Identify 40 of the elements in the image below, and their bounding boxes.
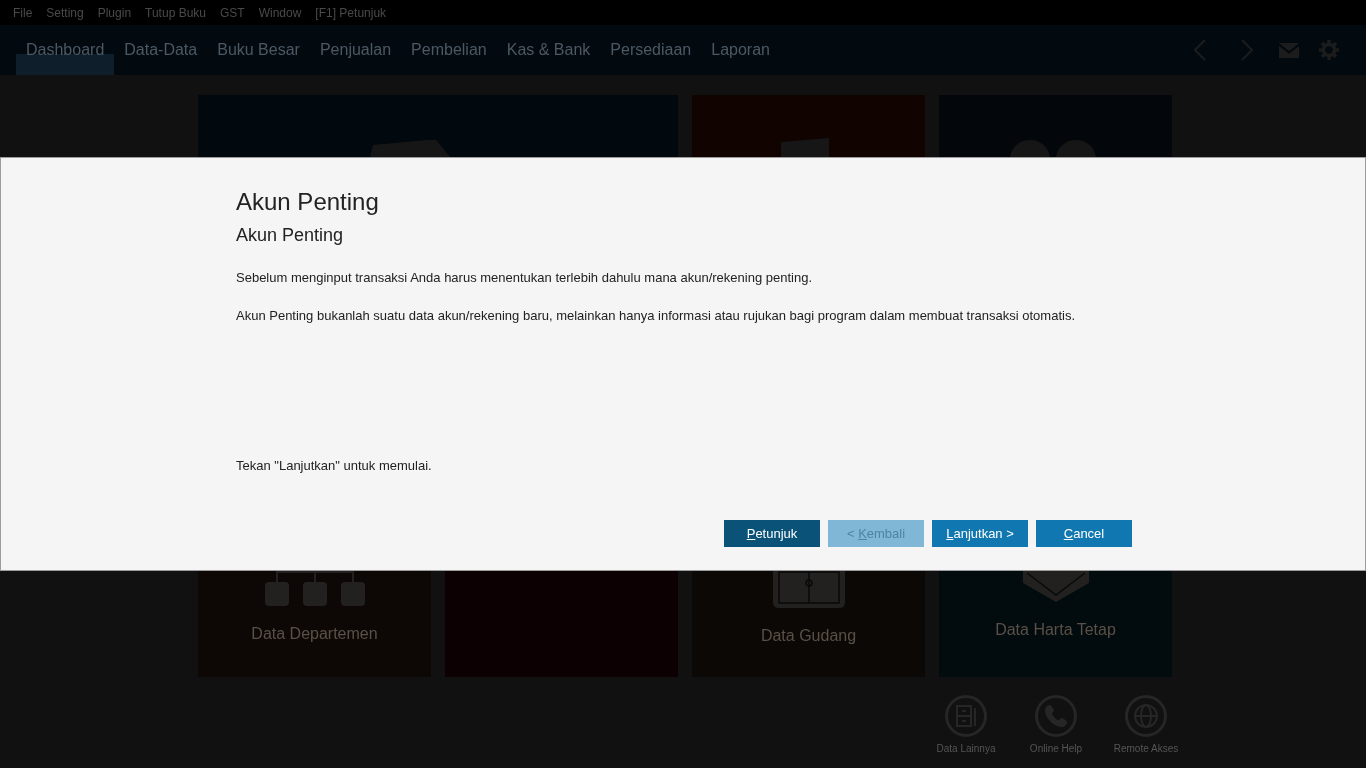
dashboard-tile[interactable] bbox=[445, 571, 678, 677]
dialog-button[interactable]: Petunjuk bbox=[724, 520, 820, 547]
menu-item[interactable]: [F1] Petunjuk bbox=[308, 3, 394, 22]
dashboard-tile[interactable]: Data Gudang bbox=[692, 571, 925, 677]
nav-tab[interactable]: Pembelian bbox=[401, 25, 497, 75]
chevron-right-icon[interactable] bbox=[1241, 39, 1253, 61]
dialog-paragraph: Sebelum menginput transaksi Anda harus menentukan terlebih dahulu mana akun/rekening penting. bbox=[236, 269, 813, 287]
chevron-left-icon[interactable] bbox=[1194, 39, 1206, 61]
envelope-icon bbox=[1022, 571, 1089, 602]
nav-tab[interactable]: Penjualan bbox=[309, 25, 402, 75]
dashboard-tile[interactable] bbox=[692, 95, 925, 157]
dialog-button[interactable]: Lanjutkan > bbox=[932, 520, 1028, 547]
mail-icon[interactable] bbox=[1279, 42, 1299, 58]
dialog-paragraph: Akun Penting bukanlah suatu data akun/rekening baru, melainkan hanya informasi atau rujukan bagi program dalam membuat transaksi otomatis. bbox=[236, 307, 1076, 325]
dialog-button[interactable]: Cancel bbox=[1036, 520, 1132, 547]
nav-tab[interactable]: Kas & Bank bbox=[496, 25, 601, 75]
people-icon bbox=[1010, 140, 1096, 157]
menu-item[interactable]: File bbox=[6, 3, 40, 22]
shortcut-button[interactable]: Data Lainnya bbox=[921, 695, 1011, 755]
shortcut-button[interactable]: Remote Akses bbox=[1101, 695, 1191, 755]
settings-icon[interactable] bbox=[1319, 40, 1339, 60]
dashboard-tile[interactable] bbox=[939, 95, 1172, 157]
dashboard-tile[interactable] bbox=[198, 95, 678, 157]
nav-tab[interactable]: Buku Besar bbox=[207, 25, 310, 75]
dashboard-tile[interactable]: Data Harta Tetap bbox=[939, 571, 1172, 677]
dialog-title: Akun Penting bbox=[236, 187, 380, 217]
cupboard-icon bbox=[772, 571, 845, 608]
menu-item[interactable]: GST bbox=[213, 3, 252, 22]
dialog-subtitle: Akun Penting bbox=[236, 224, 345, 246]
menu-item[interactable]: Window bbox=[251, 3, 309, 22]
nav-tab[interactable]: Data-Data bbox=[114, 25, 208, 75]
menu-item[interactable]: Setting bbox=[39, 3, 91, 22]
nav-tab[interactable]: Persediaan bbox=[600, 25, 702, 75]
menu-item[interactable]: Tutup Buku bbox=[138, 3, 213, 22]
org-chart-icon bbox=[264, 571, 365, 606]
menu-item[interactable]: Plugin bbox=[90, 3, 139, 22]
shortcut-button[interactable]: Online Help bbox=[1011, 695, 1101, 755]
dashboard-tile[interactable]: Data Departemen bbox=[198, 571, 431, 677]
dialog-hint: Tekan "Lanjutkan" untuk memulai. bbox=[236, 457, 433, 475]
nav-tab[interactable]: Laporan bbox=[701, 25, 780, 75]
